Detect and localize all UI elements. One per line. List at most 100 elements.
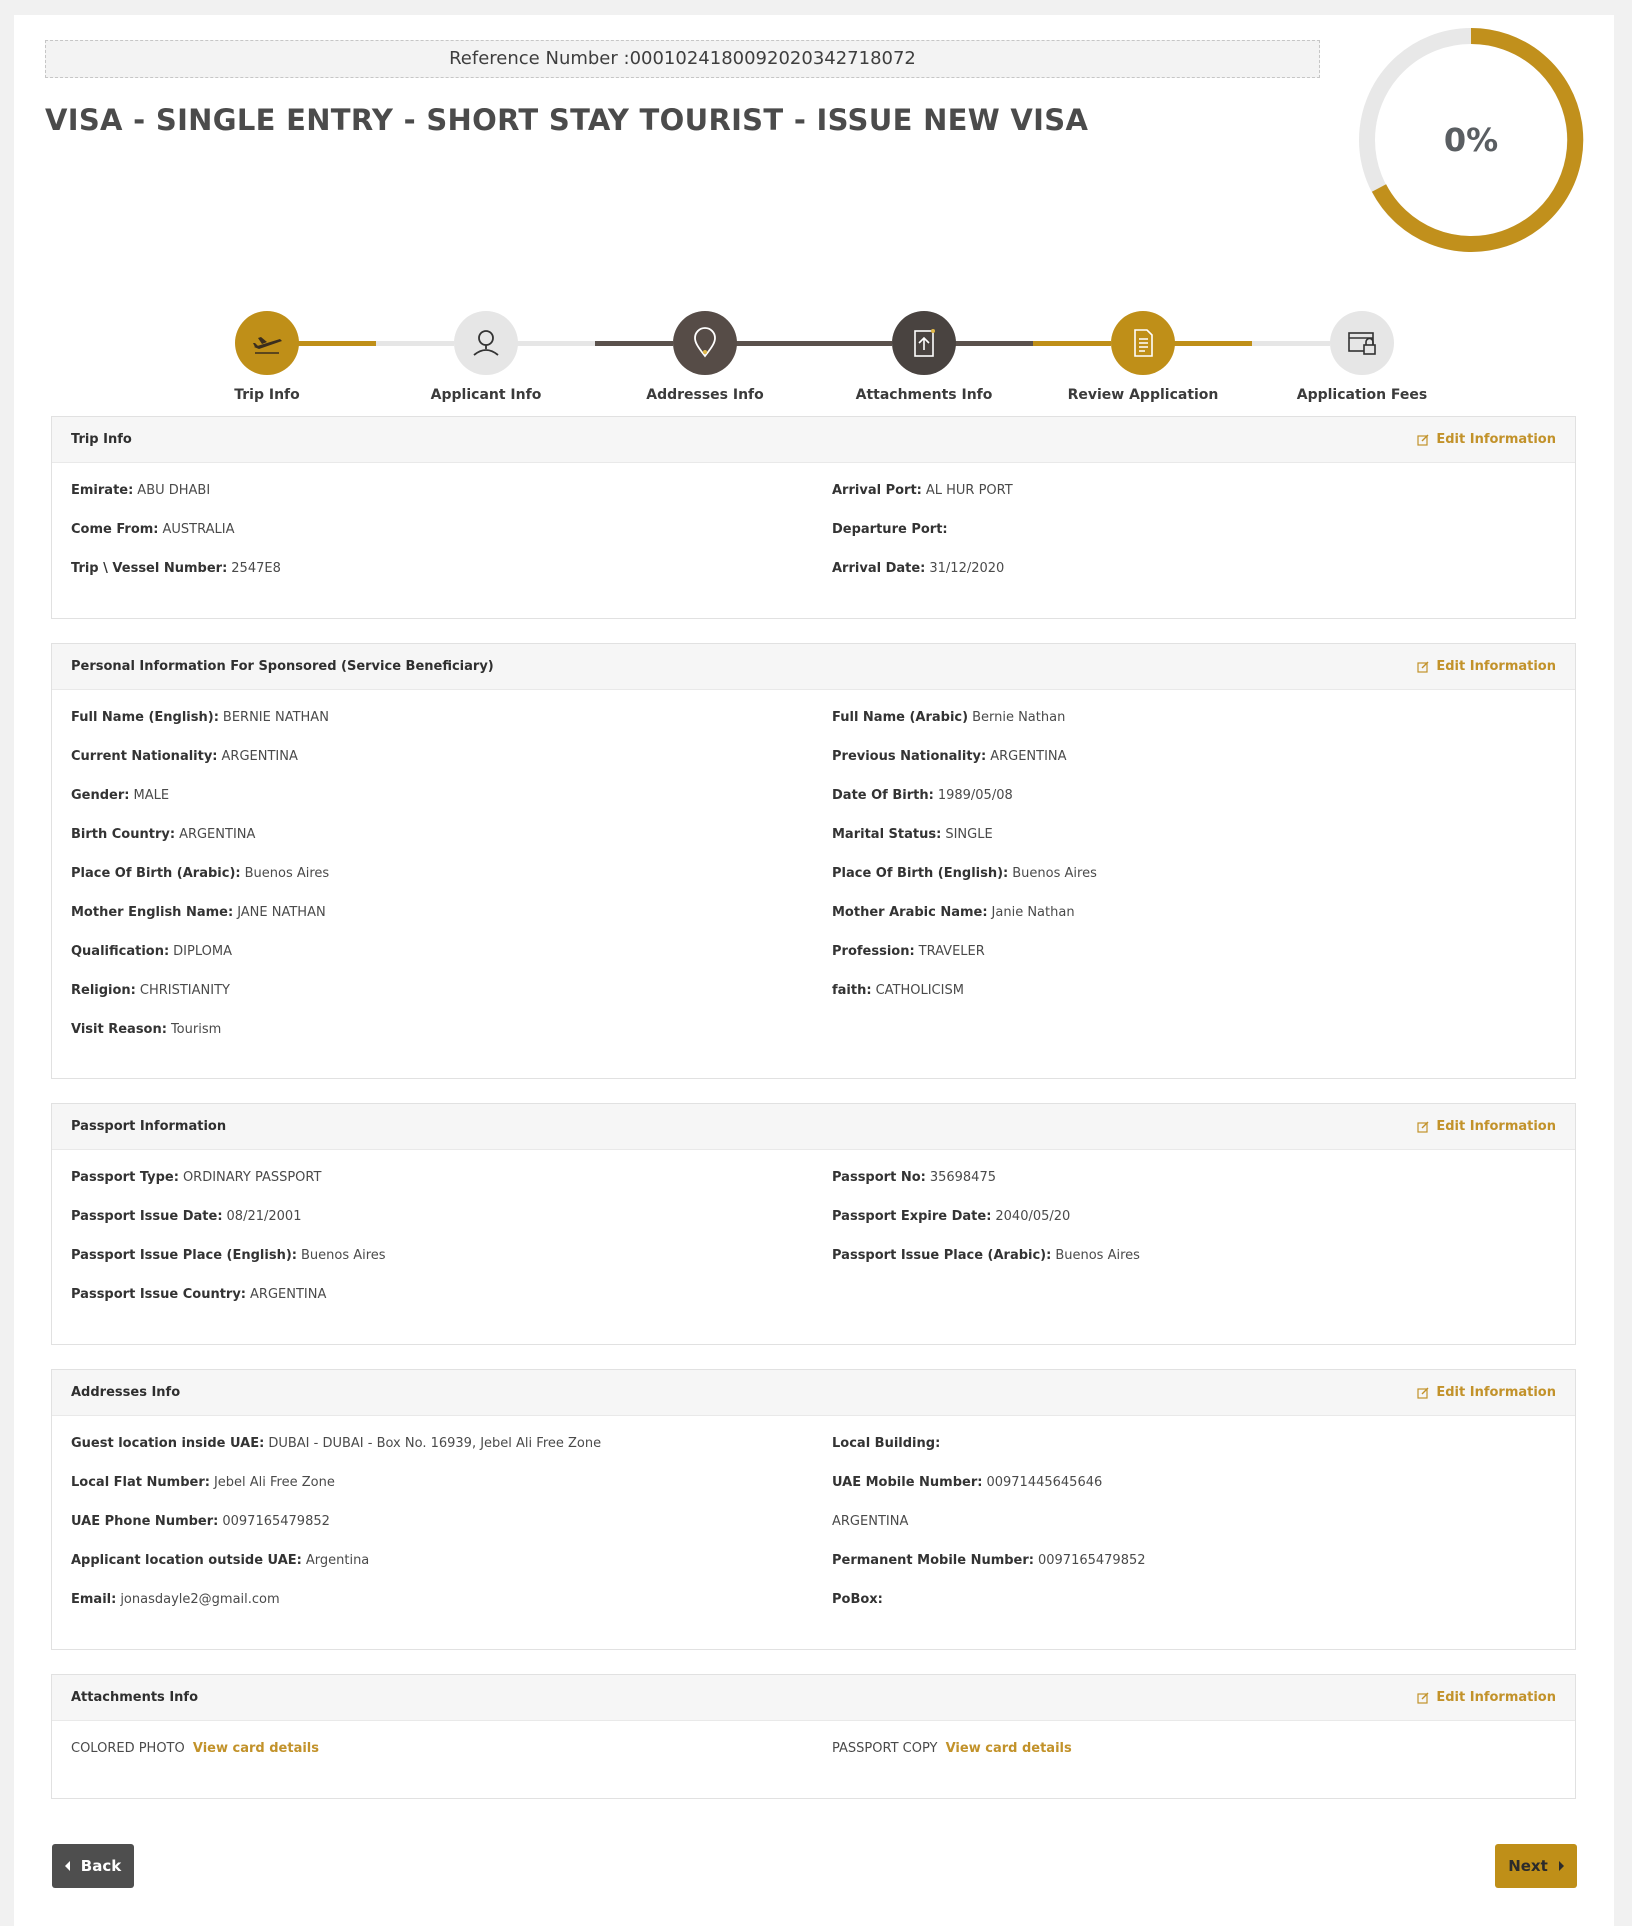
uae-mobile-number-field: UAE Mobile Number: 00971445645646	[832, 1475, 1103, 1490]
section-title: Addresses Info	[71, 1385, 181, 1400]
step-applicant-info[interactable]	[454, 311, 518, 375]
section-header: Addresses Info Edit Information	[52, 1370, 1575, 1416]
pobox-field: PoBox:	[832, 1592, 883, 1607]
passport-type-field: Passport Type: ORDINARY PASSPORT	[71, 1170, 322, 1185]
reference-number-bar: Reference Number :0001024180092020342718…	[45, 40, 1320, 78]
arrival-port-field: Arrival Port: AL HUR PORT	[832, 483, 1013, 498]
progress-percent: 0%	[1443, 121, 1499, 159]
edit-icon	[1417, 1121, 1429, 1133]
step-application-fees[interactable]	[1330, 311, 1394, 375]
payment-lock-icon	[1348, 332, 1376, 355]
edit-information-link[interactable]: Edit Information	[1417, 417, 1556, 463]
caret-right-icon	[1558, 1861, 1564, 1871]
qualification-field: Qualification: DIPLOMA	[71, 944, 232, 959]
reference-label: Reference Number :	[449, 48, 630, 69]
caret-left-icon	[64, 1861, 70, 1871]
step-connector	[736, 341, 814, 346]
section-header: Trip Info Edit Information	[52, 417, 1575, 463]
attachments-info-section: Attachments Info Edit Information COLORE…	[51, 1674, 1576, 1799]
edit-information-link[interactable]: Edit Information	[1417, 644, 1556, 690]
local-building-field: Local Building:	[832, 1436, 941, 1451]
reference-value: 0001024180092020342718072	[629, 48, 916, 69]
attachment-label: PASSPORT COPY	[832, 1741, 938, 1756]
passport-issue-country-field: Passport Issue Country: ARGENTINA	[71, 1287, 327, 1302]
departure-port-field: Departure Port:	[832, 522, 948, 537]
place-of-birth-english-field: Place Of Birth (English): Buenos Aires	[832, 866, 1097, 881]
addresses-info-section: Addresses Info Edit Information Guest lo…	[51, 1369, 1576, 1650]
section-header: Attachments Info Edit Information	[52, 1675, 1575, 1721]
next-label: Next	[1508, 1857, 1548, 1875]
passport-issue-date-field: Passport Issue Date: 08/21/2001	[71, 1209, 302, 1224]
back-button[interactable]: Back	[52, 1844, 134, 1888]
section-header: Personal Information For Sponsored (Serv…	[52, 644, 1575, 690]
date-of-birth-field: Date Of Birth: 1989/05/08	[832, 788, 1013, 803]
visit-reason-field: Visit Reason: Tourism	[71, 1022, 222, 1037]
step-connector	[1252, 341, 1330, 346]
passport-info-section: Passport Information Edit Information Pa…	[51, 1103, 1576, 1345]
passport-number-field: Passport No: 35698475	[832, 1170, 996, 1185]
step-label: Application Fees	[1296, 387, 1428, 403]
section-title: Passport Information	[71, 1119, 227, 1134]
edit-icon	[1417, 661, 1429, 673]
step-trip-info[interactable]	[235, 311, 299, 375]
step-connector	[298, 341, 376, 346]
step-label: Trip Info	[234, 387, 300, 403]
religion-field: Religion: CHRISTIANITY	[71, 983, 230, 998]
passport-copy-attachment: PASSPORT COPY View card details	[832, 1741, 1072, 1756]
arrival-date-field: Arrival Date: 31/12/2020	[832, 561, 1005, 576]
permanent-mobile-field: Permanent Mobile Number: 0097165479852	[832, 1553, 1146, 1568]
back-label: Back	[80, 1857, 122, 1875]
section-title: Attachments Info	[71, 1690, 198, 1705]
location-pin-icon	[694, 327, 716, 358]
step-review-application[interactable]	[1111, 311, 1175, 375]
full-name-english-field: Full Name (English): BERNIE NATHAN	[71, 710, 329, 725]
attachment-label: COLORED PHOTO	[71, 1741, 185, 1756]
page-title: VISA - SINGLE ENTRY - SHORT STAY TOURIST…	[45, 103, 1089, 137]
gender-field: Gender: MALE	[71, 788, 170, 803]
edit-information-link[interactable]: Edit Information	[1417, 1104, 1556, 1150]
come-from-field: Come From: AUSTRALIA	[71, 522, 235, 537]
mother-arabic-name-field: Mother Arabic Name: Janie Nathan	[832, 905, 1075, 920]
step-connector	[376, 341, 454, 346]
step-label: Attachments Info	[855, 387, 993, 403]
step-addresses-info[interactable]	[673, 311, 737, 375]
edit-label: Edit Information	[1436, 1690, 1556, 1705]
edit-icon	[1417, 1692, 1429, 1704]
edit-information-link[interactable]: Edit Information	[1417, 1675, 1556, 1721]
step-connector	[814, 341, 892, 346]
step-label: Review Application	[1067, 387, 1219, 403]
edit-information-link[interactable]: Edit Information	[1417, 1370, 1556, 1416]
upload-document-icon	[914, 329, 935, 357]
plane-icon	[253, 337, 282, 354]
view-card-details-link[interactable]: View card details	[946, 1741, 1072, 1756]
edit-icon	[1417, 1387, 1429, 1399]
edit-label: Edit Information	[1436, 432, 1556, 447]
step-connector	[517, 341, 595, 346]
previous-nationality-field: Previous Nationality: ARGENTINA	[832, 749, 1067, 764]
uae-phone-number-field: UAE Phone Number: 0097165479852	[71, 1514, 330, 1529]
country-field: ARGENTINA	[832, 1514, 909, 1529]
step-attachments-info[interactable]	[892, 311, 956, 375]
faith-field: faith: CATHOLICISM	[832, 983, 964, 998]
document-icon	[1134, 329, 1153, 357]
personal-info-section: Personal Information For Sponsored (Serv…	[51, 643, 1576, 1079]
outside-location-field: Applicant location outside UAE: Argentina	[71, 1553, 370, 1568]
step-label: Applicant Info	[430, 387, 542, 403]
view-card-details-link[interactable]: View card details	[193, 1741, 319, 1756]
step-connector	[1174, 341, 1252, 346]
edit-label: Edit Information	[1436, 659, 1556, 674]
edit-icon	[1417, 434, 1429, 446]
email-field: Email: jonasdayle2@gmail.com	[71, 1592, 280, 1607]
step-label: Addresses Info	[646, 387, 764, 403]
emirate-field: Emirate: ABU DHABI	[71, 483, 211, 498]
colored-photo-attachment: COLORED PHOTO View card details	[71, 1741, 319, 1756]
user-pin-icon	[473, 330, 499, 356]
next-button[interactable]: Next	[1495, 1844, 1577, 1888]
profession-field: Profession: TRAVELER	[832, 944, 985, 959]
current-nationality-field: Current Nationality: ARGENTINA	[71, 749, 298, 764]
marital-status-field: Marital Status: SINGLE	[832, 827, 993, 842]
section-title: Trip Info	[71, 432, 132, 447]
trip-info-section: Trip Info Edit Information Emirate: ABU D…	[51, 416, 1576, 619]
step-connector	[955, 341, 1033, 346]
progress-stepper: Trip Info Applicant Info Addresses Info …	[14, 295, 1614, 405]
